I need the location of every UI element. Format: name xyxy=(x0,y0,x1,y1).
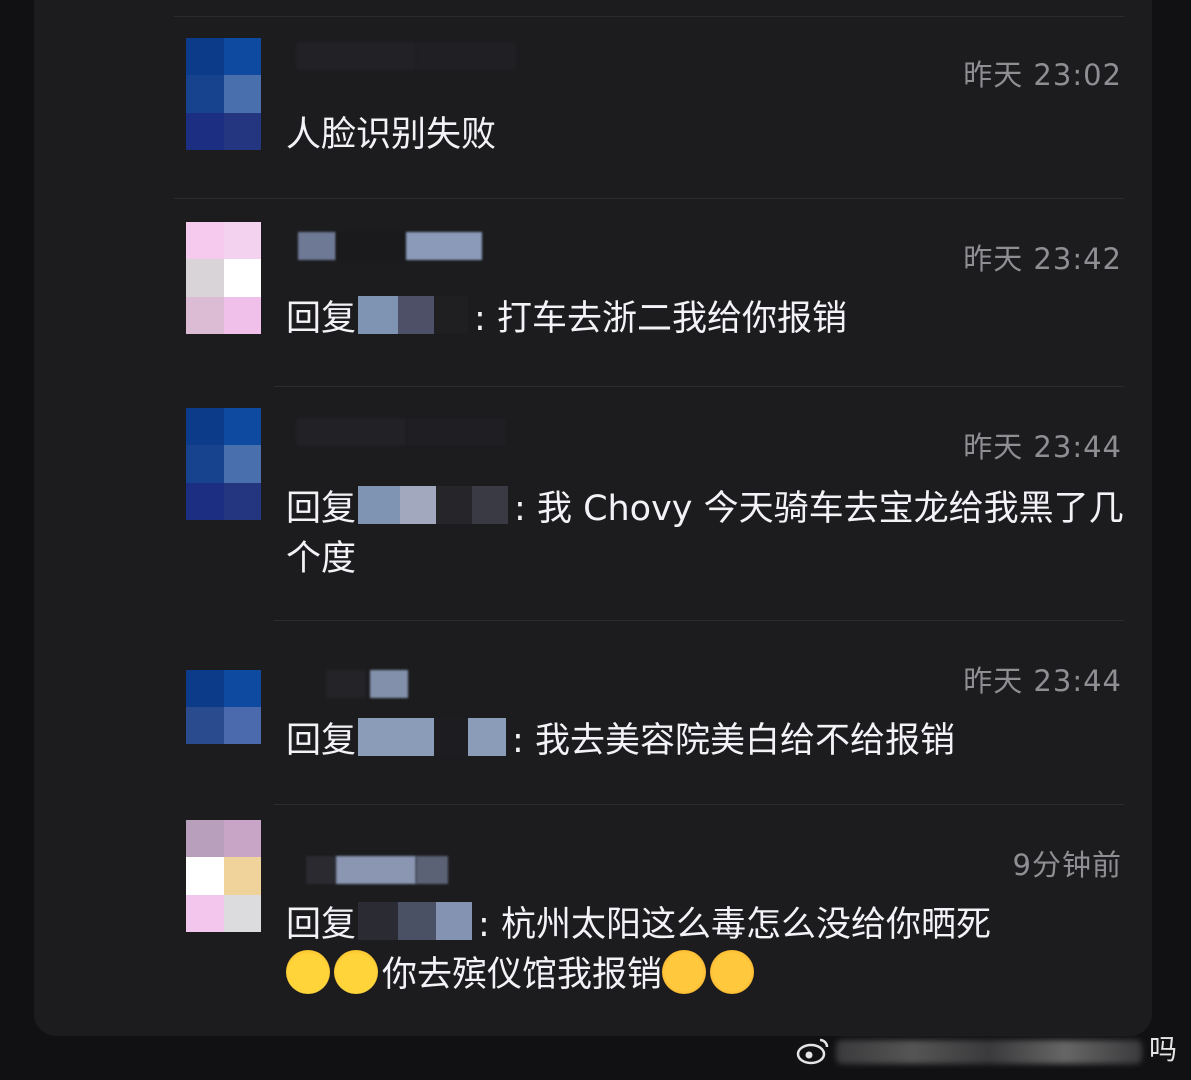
divider xyxy=(274,804,1124,805)
comment-content: 人脸识别失败 xyxy=(286,115,497,155)
username-blurred[interactable] xyxy=(286,670,526,704)
comment-timestamp: 昨天 23:44 xyxy=(963,664,1122,698)
divider xyxy=(274,620,1124,621)
comment-content: 我去美容院美白给不给报销 xyxy=(534,721,955,761)
comment-timestamp: 昨天 23:02 xyxy=(963,58,1122,92)
reply-prefix: 回复 xyxy=(286,721,357,761)
comment-timestamp: 9分钟前 xyxy=(1012,848,1122,882)
comment-text: 回复: 杭州太阳这么毒怎么没给你晒死 你去殡仪馆我报销 xyxy=(286,900,1126,1000)
comment-timestamp: 昨天 23:42 xyxy=(963,242,1122,276)
avatar[interactable] xyxy=(186,38,261,150)
reply-prefix: 回复 xyxy=(286,905,357,945)
comment-content: 打车去浙二我给你报销 xyxy=(496,299,847,339)
avatar[interactable] xyxy=(186,670,261,744)
reply-target-blurred[interactable] xyxy=(358,902,473,942)
shy-hand-over-mouth-emoji xyxy=(662,950,707,994)
username-blurred[interactable] xyxy=(286,418,526,452)
comment-text: 回复: 打车去浙二我给你报销 xyxy=(286,294,1126,344)
avatar[interactable] xyxy=(186,222,261,334)
comment-content: 杭州太阳这么毒怎么没给你晒死 xyxy=(500,905,991,945)
reply-separator: : xyxy=(512,721,535,761)
watermark-text: 吗 xyxy=(1148,1033,1177,1066)
reply-prefix: 回复 xyxy=(286,299,357,339)
comment-timestamp: 昨天 23:44 xyxy=(963,430,1122,464)
comment-text: 回复: 我去美容院美白给不给报销 xyxy=(286,716,1126,766)
reply-separator: : xyxy=(478,905,501,945)
watermark-username-blurred xyxy=(836,1040,1142,1064)
divider xyxy=(174,198,1124,199)
weibo-icon xyxy=(796,1038,829,1065)
username-blurred[interactable] xyxy=(286,232,526,266)
username-blurred[interactable] xyxy=(286,42,526,76)
reply-separator: : xyxy=(514,489,537,529)
avatar[interactable] xyxy=(186,820,261,932)
avatar[interactable] xyxy=(186,408,261,520)
reply-separator: : xyxy=(474,299,497,339)
tears-of-joy-emoji xyxy=(334,950,378,994)
divider xyxy=(174,16,1124,17)
reply-target-blurred[interactable] xyxy=(358,718,507,758)
reply-target-blurred[interactable] xyxy=(358,296,469,336)
divider xyxy=(274,386,1124,387)
reply-prefix: 回复 xyxy=(286,489,357,529)
comment-text: 人脸识别失败 xyxy=(286,110,1126,160)
comment-content-line2: 你去殡仪馆我报销 xyxy=(382,955,663,995)
comment-text: 回复: 我 Chovy 今天骑车去宝龙给我黑了几个度 xyxy=(286,484,1126,584)
reply-target-blurred[interactable] xyxy=(358,486,509,526)
shy-hand-over-mouth-emoji xyxy=(710,950,755,994)
tears-of-joy-emoji xyxy=(286,950,330,994)
username-blurred[interactable] xyxy=(286,856,526,890)
comment-panel: 昨天 23:02 人脸识别失败 昨天 23:42 回复: 打车去浙二我给你报销 xyxy=(34,0,1152,1036)
